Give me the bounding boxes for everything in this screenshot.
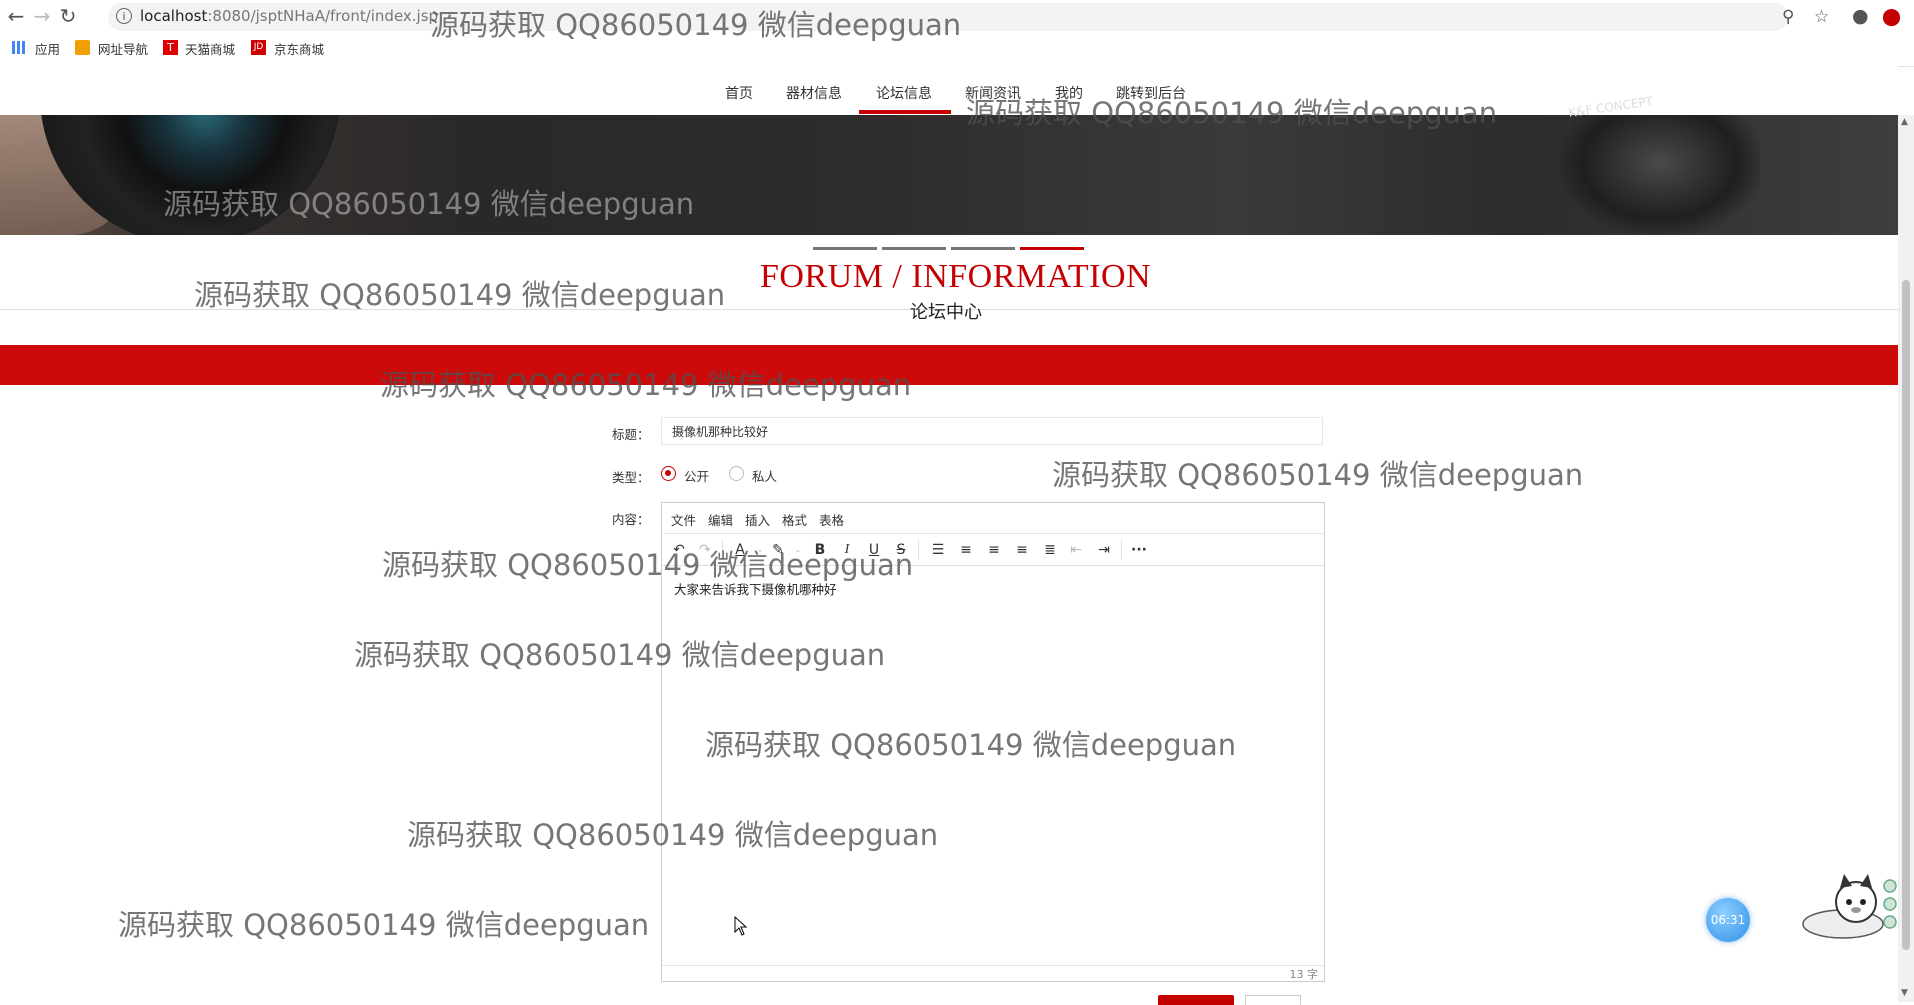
banner-tripod (1560, 115, 1760, 235)
menu-table[interactable]: 表格 (819, 510, 844, 529)
menu-insert[interactable]: 插入 (745, 510, 770, 529)
type-public-radio[interactable] (661, 466, 676, 481)
nav-active-indicator (859, 110, 951, 114)
indent-icon[interactable]: ⇥ (1093, 539, 1115, 561)
bold-icon[interactable]: B (809, 539, 831, 561)
list-icon[interactable]: ☰ (927, 539, 949, 561)
tmall-icon: T (163, 40, 178, 55)
scroll-down-icon[interactable]: ▼ (1901, 988, 1908, 998)
carousel-dot-1[interactable] (813, 247, 877, 250)
mascot-icon[interactable] (1798, 872, 1898, 942)
type-label: 类型： (612, 470, 650, 485)
align-center-icon[interactable]: ≡ (983, 539, 1005, 561)
carousel-dot-3[interactable] (951, 247, 1015, 250)
more-icon[interactable]: ··· (1128, 539, 1150, 561)
italic-icon[interactable]: I (836, 539, 858, 561)
bookmark-apps[interactable]: 应用 (35, 39, 60, 58)
mouse-cursor-icon (734, 916, 748, 936)
type-public-label[interactable]: 公开 (684, 466, 709, 485)
toolbar-separator (722, 540, 723, 560)
toolbar-separator (918, 540, 919, 560)
chevron-down-icon[interactable]: ⌄ (787, 539, 809, 561)
banner-image (0, 115, 1898, 235)
forward-icon[interactable]: → (30, 4, 54, 28)
toolbar-separator (1121, 540, 1122, 560)
watermark: 源码获取 QQ86050149 微信deepguan (194, 278, 726, 312)
word-count: 13 字 (1289, 968, 1319, 981)
align-left-icon[interactable]: ≡ (955, 539, 977, 561)
underline-icon[interactable]: U (863, 539, 885, 561)
text-color-icon[interactable]: A (729, 539, 751, 561)
apps-grid-icon[interactable] (12, 41, 27, 54)
carousel-dot-2[interactable] (882, 247, 946, 250)
timer-badge[interactable]: 06:31 (1706, 898, 1750, 942)
scroll-up-icon[interactable]: ▲ (1901, 117, 1908, 127)
title-input[interactable] (661, 417, 1323, 445)
extension-icon[interactable]: ⬤ (1882, 7, 1901, 27)
submit-button[interactable] (1158, 995, 1234, 1005)
zoom-icon[interactable]: ⚲ (1782, 7, 1794, 27)
jd-icon: JD (251, 40, 266, 55)
rich-text-editor (661, 502, 1325, 982)
url-host: localhost (140, 7, 208, 25)
strikethrough-icon[interactable]: S (890, 539, 912, 561)
menu-format[interactable]: 格式 (782, 510, 807, 529)
align-right-icon[interactable]: ≡ (1011, 539, 1033, 561)
scrollbar-thumb[interactable] (1902, 280, 1910, 950)
outdent-icon[interactable]: ⇤ (1065, 539, 1087, 561)
editor-content[interactable]: 大家来告诉我下摄像机哪种好 (674, 579, 837, 598)
align-justify-icon[interactable]: ≣ (1039, 539, 1061, 561)
type-private-label[interactable]: 私人 (752, 466, 777, 485)
nav-mine[interactable]: 我的 (1055, 83, 1083, 103)
menu-file[interactable]: 文件 (671, 510, 696, 529)
bookmark-nav[interactable]: 网址导航 (98, 39, 148, 58)
reset-button[interactable] (1245, 995, 1301, 1005)
info-icon[interactable]: i (116, 8, 132, 24)
account-icon[interactable]: ● (1852, 5, 1869, 27)
redo-icon[interactable]: ↷ (694, 539, 716, 561)
url-text[interactable]: localhost:8080/jsptNHaA/front/index.jsp (140, 7, 438, 25)
back-icon[interactable]: ← (4, 4, 28, 28)
nav-home[interactable]: 首页 (725, 83, 753, 103)
star-icon[interactable]: ☆ (1814, 7, 1829, 27)
nav-admin[interactable]: 跳转到后台 (1116, 83, 1186, 103)
section-subtitle: 论坛中心 (910, 302, 982, 323)
highlight-icon[interactable]: ✎ (767, 539, 789, 561)
section-title: FORUM / INFORMATION (760, 258, 1152, 295)
title-label: 标题： (612, 427, 650, 442)
reload-icon[interactable]: ↻ (56, 4, 80, 28)
bookmark-jd[interactable]: 京东商城 (274, 39, 324, 58)
editor-statusbar (662, 965, 1324, 981)
content-label: 内容： (612, 512, 650, 527)
type-private-radio[interactable] (729, 466, 744, 481)
watermark: 源码获取 QQ86050149 微信deepguan (118, 908, 650, 942)
red-banner-bar (0, 345, 1898, 385)
url-path: :8080/jsptNHaA/front/index.jsp (207, 7, 439, 25)
bookmark-tmall[interactable]: 天猫商城 (185, 39, 235, 58)
nav-forum[interactable]: 论坛信息 (876, 83, 932, 103)
watermark: 源码获取 QQ86050149 微信deepguan (1052, 458, 1584, 492)
carousel-dot-4[interactable] (1020, 247, 1084, 250)
undo-icon[interactable]: ↶ (668, 539, 690, 561)
nav-news[interactable]: 新闻资讯 (965, 83, 1021, 103)
folder-icon (75, 40, 90, 55)
nav-equipment[interactable]: 器材信息 (786, 83, 842, 103)
menu-edit[interactable]: 编辑 (708, 510, 733, 529)
